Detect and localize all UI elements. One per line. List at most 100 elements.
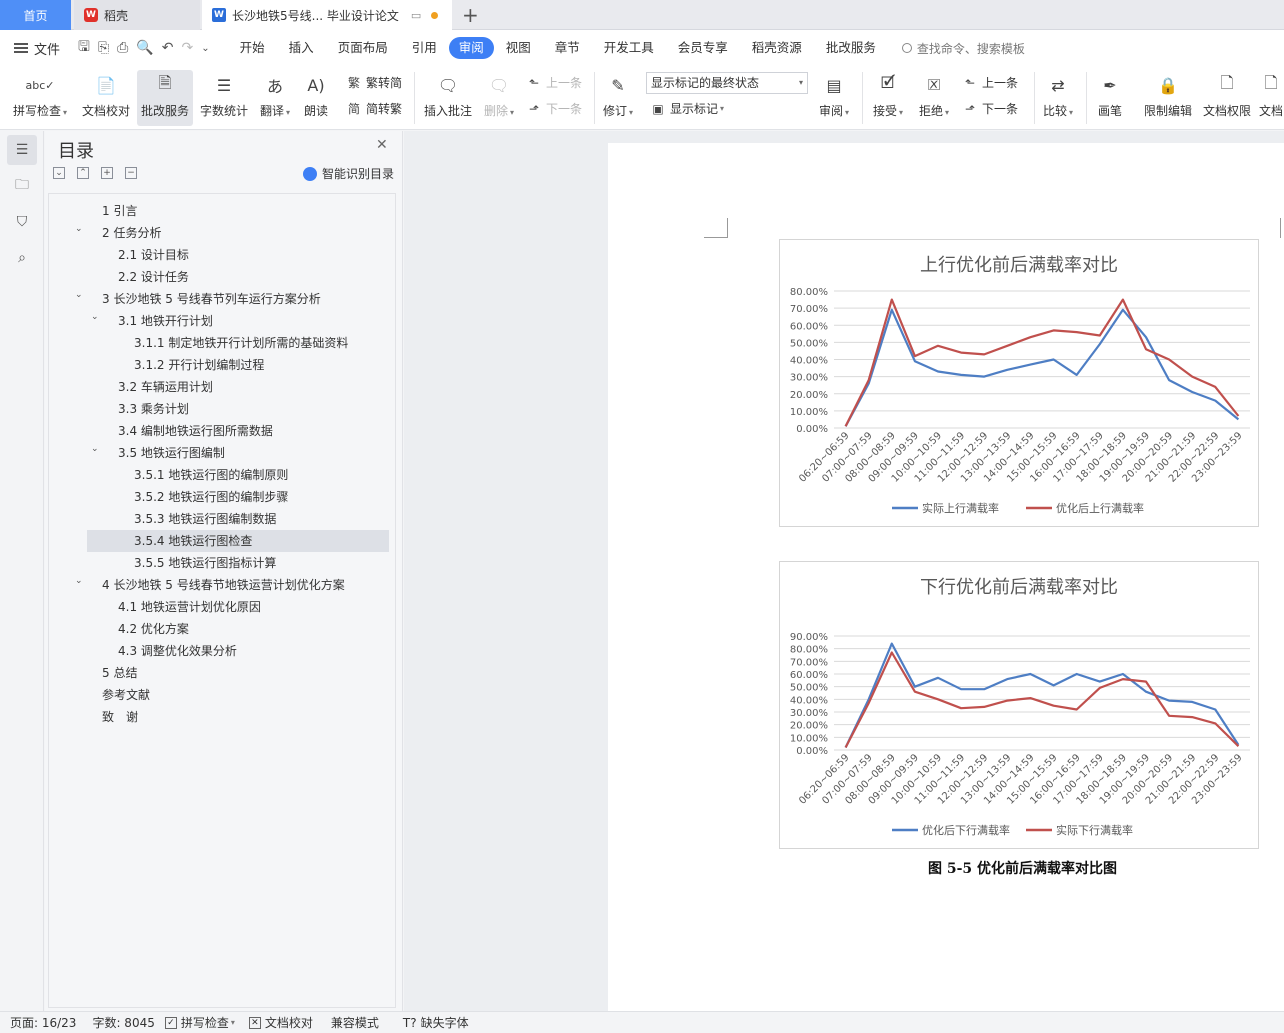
reject-button[interactable]: 🗵 拒绝 ▾ [914,66,954,119]
revise-button[interactable]: ✎ 修订 ▾ [598,66,638,119]
document-more-button[interactable]: 🗋 文档 [1258,66,1284,119]
tab-document[interactable]: W 长沙地铁5号线... 毕业设计论文 ▭ [202,0,452,30]
word-count-indicator[interactable]: 字数: 8045 [92,1014,154,1031]
preview-icon[interactable]: 🔍 [136,40,153,56]
redo-icon[interactable]: ↷ [182,40,194,56]
chevron-down-icon[interactable]: ⌄ [75,224,83,234]
show-markup-button[interactable]: ▣ 显示标记 ▾ [650,100,724,117]
menu-item[interactable]: 视图 [494,37,543,59]
chart-downward[interactable]: 下行优化前后满载率对比 0.00% 10.00% 20.00% 30.00% 40.00… [779,561,1259,849]
smart-toc-button[interactable]: 智能识别目录 [303,165,394,182]
page-indicator[interactable]: 页面: 16/23 [10,1014,76,1031]
next-comment-button[interactable]: ⬏ 下一条 [526,100,582,117]
command-search[interactable]: 查找命令、搜索模板 [901,40,1025,57]
read-aloud-button[interactable]: A) 朗读 [298,66,334,119]
simp-to-trad-button[interactable]: 简简转繁 [346,100,402,117]
toc-item[interactable]: 3.5.1 地铁运行图的编制原则 [134,464,288,486]
chapter-nav-icon[interactable]: 🗀 [7,171,37,201]
review-pane-button[interactable]: ▤ 审阅 ▾ [814,66,854,119]
accept-button[interactable]: 🗹 接受 ▾ [868,66,908,119]
toc-item[interactable]: 3.1 地铁开行计划 [118,310,213,332]
delete-comment-button[interactable]: 🗨 删除 ▾ [480,66,518,119]
menu-item[interactable]: 引用 [400,37,449,59]
markup-state-select[interactable]: 显示标记的最终状态 ▾ [646,72,808,94]
toc-view-icon[interactable]: ☰ [7,135,37,165]
translate-button[interactable]: あ 翻译 ▾ [256,66,294,119]
toc-item[interactable]: 致 谢 [102,706,138,728]
bookmark-icon[interactable]: ⛉ [7,207,37,237]
toc-item[interactable]: 1 引言 [102,200,137,222]
chevron-down-icon[interactable]: ⌄ [75,290,83,300]
reject-label: 拒绝 [918,104,943,118]
toc-item[interactable]: 3 长沙地铁 5 号线春节列车运行方案分析 [102,288,321,310]
toc-item[interactable]: 3.5 地铁运行图编制 [118,442,225,464]
proofread-icon: ✕ [248,1016,261,1029]
close-icon[interactable]: ✕ [376,137,388,153]
document-permission-button[interactable]: 🗋 文档权限 [1200,66,1254,119]
toc-item[interactable]: 5 总结 [102,662,137,684]
prev-change-button[interactable]: ⬑ 上一条 [962,74,1018,91]
new-tab-plus-icon[interactable]: + [462,3,479,27]
toc-item[interactable]: 3.5.3 地铁运行图编制数据 [134,508,276,530]
toc-item[interactable]: 3.5.2 地铁运行图的编制步骤 [134,486,288,508]
compare-button[interactable]: ⇄ 比较 ▾ [1038,66,1078,119]
chevron-down-icon[interactable]: ⌄ [91,444,99,454]
status-proofread[interactable]: ✕ 文档校对 [248,1014,313,1031]
toc-item[interactable]: 3.1.1 制定地铁开行计划所需的基础资料 [134,332,348,354]
print-icon[interactable]: ⎙ [117,40,128,56]
menu-item[interactable]: 开发工具 [592,37,666,59]
add-heading-icon[interactable]: + [101,167,113,179]
toc-item[interactable]: 3.3 乘务计划 [118,398,189,420]
customize-chevron-icon[interactable]: ⌄ [201,43,209,54]
next-change-button[interactable]: ⬏ 下一条 [962,100,1018,117]
toc-item[interactable]: 3.5.4 地铁运行图检查 [87,530,389,552]
toc-item[interactable]: 4.3 调整优化效果分析 [118,640,237,662]
menu-item[interactable]: 批改服务 [814,37,888,59]
remove-heading-icon[interactable]: − [125,167,137,179]
tab-home[interactable]: 首页 [0,0,71,30]
toc-item[interactable]: 3.4 编制地铁运行图所需数据 [118,420,273,442]
file-menu[interactable]: 文件 [14,39,60,58]
tab-wps[interactable]: W 稻壳 [74,0,200,30]
review-service-button[interactable]: 🗎 批改服务 [137,70,193,126]
prev-comment-button[interactable]: ⬑ 上一条 [526,74,582,91]
menu-item[interactable]: 章节 [543,37,592,59]
toc-item[interactable]: 2.2 设计任务 [118,266,189,288]
menu-item[interactable]: 会员专享 [666,37,740,59]
toc-item[interactable]: 3.5.5 地铁运行图指标计算 [134,552,276,574]
toc-item[interactable]: 4.2 优化方案 [118,618,189,640]
restrict-edit-button[interactable]: 🔒 限制编辑 [1140,66,1196,119]
proofread-button[interactable]: 📄 文档校对 [78,66,134,119]
menu-item[interactable]: 审阅 [448,37,494,59]
menu-item[interactable]: 页面布局 [326,37,400,59]
export-icon[interactable]: ⎘ [98,40,109,56]
collapse-chevron-icon[interactable]: ⌃ [77,167,89,179]
menu-item[interactable]: 插入 [277,37,326,59]
expand-chevron-icon[interactable]: ⌄ [53,167,65,179]
toc-item[interactable]: 3.2 车辆运用计划 [118,376,213,398]
trad-to-simp-button[interactable]: 繁繁转简 [346,74,402,91]
toc-item[interactable]: 参考文献 [102,684,150,706]
chart-upward[interactable]: 上行优化前后满载率对比 0.00% 10.00% 20.00% 30.00% 40.00… [779,239,1259,527]
toc-item[interactable]: 2 任务分析 [102,222,161,244]
pen-button[interactable]: ✒ 画笔 [1092,66,1128,119]
figure-caption: 图 5-5 优化前后满载率对比图 [928,861,1118,877]
toc-item[interactable]: 2.1 设计目标 [118,244,189,266]
search-icon[interactable]: ⌕ [7,243,37,273]
status-spell-check[interactable]: ✓ 拼写检查 ▾ [164,1014,235,1031]
spell-check-button[interactable]: abc✓ 拼写检查 ▾ [8,66,72,119]
toc-item[interactable]: 4 长沙地铁 5 号线春节地铁运营计划优化方案 [102,574,345,596]
missing-font[interactable]: T? 缺失字体 [403,1014,469,1031]
menu-item[interactable]: 稻壳资源 [740,37,814,59]
insert-comment-button[interactable]: 🗨 插入批注 [420,66,476,119]
word-count-button[interactable]: ☰ 字数统计 [196,66,252,119]
menu-item[interactable]: 开始 [228,37,277,59]
save-icon[interactable]: 🖫 [78,36,90,60]
simp-to-trad-label: 简转繁 [366,102,403,116]
undo-icon[interactable]: ↶ [162,40,174,56]
toc-item[interactable]: 3.1.2 开行计划编制过程 [134,354,264,376]
chevron-down-icon[interactable]: ⌄ [75,576,83,586]
chevron-down-icon[interactable]: ⌄ [91,312,99,322]
monitor-icon[interactable]: ▭ [411,9,421,22]
toc-item[interactable]: 4.1 地铁运营计划优化原因 [118,596,261,618]
